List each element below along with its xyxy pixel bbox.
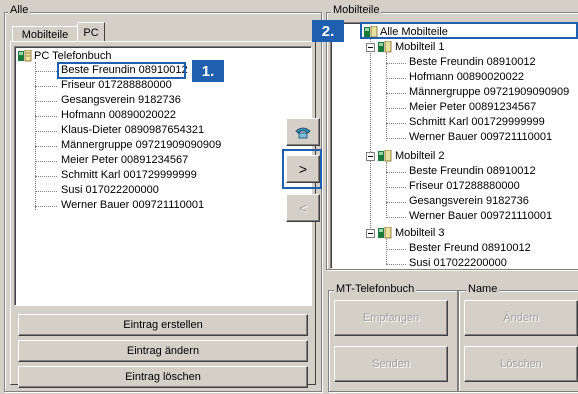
highlight-all-handsets — [360, 22, 578, 39]
list-item[interactable]: Gesangsverein 9182736 — [61, 94, 181, 107]
back-button[interactable]: < — [286, 194, 320, 222]
list-item[interactable]: Schmitt Karl 001729999999 — [61, 169, 197, 182]
list-item[interactable]: Klaus-Dieter 0890987654321 — [61, 124, 204, 137]
tree-guide — [35, 62, 36, 210]
edit-entry-button[interactable]: Eintrag ändern — [18, 340, 308, 362]
list-item[interactable]: Werner Bauer 009721110001 — [409, 131, 552, 144]
pc-phonebook-tree[interactable]: PC Telefonbuch Beste Freundin 08910012 F… — [14, 46, 312, 306]
send-button[interactable]: Senden — [334, 346, 448, 382]
delete-entry-button[interactable]: Eintrag löschen — [18, 366, 308, 388]
phone-icon — [295, 127, 311, 139]
alle-group-title: Alle — [8, 4, 31, 16]
handset-1-label[interactable]: Mobilteil 1 — [395, 41, 445, 54]
list-item[interactable]: Werner Bauer 009721110001 — [409, 210, 552, 223]
collapse-handset-1[interactable] — [366, 43, 375, 52]
list-item[interactable]: Beste Freundin 08910012 — [409, 56, 536, 69]
list-item[interactable]: Hofmann 00890020022 — [409, 71, 524, 84]
list-item[interactable]: Friseur 017288880000 — [61, 79, 172, 92]
handset-icon — [378, 150, 392, 162]
handset-tree[interactable]: Alle Mobilteile Mobilteil 1 Beste Freund… — [330, 22, 578, 269]
list-item[interactable]: Bester Freund 08910012 — [409, 242, 531, 255]
tab-mobilteile-label: Mobilteile — [21, 29, 69, 41]
tab-pc-label: PC — [83, 27, 99, 39]
callout-1: 1. — [192, 60, 224, 82]
phonebook-icon — [18, 50, 32, 62]
handset-2-label[interactable]: Mobilteil 2 — [395, 150, 445, 163]
list-item[interactable]: Susi 017022200000 — [409, 257, 507, 270]
change-button[interactable]: Ändern — [464, 300, 578, 336]
highlight-entry-1 — [57, 62, 186, 79]
callout-2: 2. — [312, 20, 344, 42]
list-item[interactable]: Männergruppe 09721909090909 — [409, 86, 569, 99]
list-item[interactable]: Meier Peter 00891234567 — [409, 101, 536, 114]
list-item[interactable]: Schmitt Karl 001729999999 — [409, 116, 545, 129]
tab-pc[interactable]: PC — [77, 22, 105, 42]
list-item[interactable]: Gesangsverein 9182736 — [409, 195, 529, 208]
list-item[interactable]: Männergruppe 09721909090909 — [61, 139, 221, 152]
handset-icon — [378, 227, 392, 239]
list-item[interactable]: Hofmann 00890020022 — [61, 109, 176, 122]
tab-mobilteile[interactable]: Mobilteile — [12, 26, 78, 42]
name-group-title: Name — [466, 283, 500, 295]
list-item[interactable]: Werner Bauer 009721110001 — [61, 199, 204, 212]
list-item[interactable]: Friseur 017288880000 — [409, 180, 520, 193]
receive-button[interactable]: Empfangen — [334, 300, 448, 336]
collapse-handset-2[interactable] — [366, 152, 375, 161]
collapse-handset-3[interactable] — [366, 229, 375, 238]
highlight-transfer — [282, 149, 322, 189]
list-item[interactable]: Meier Peter 00891234567 — [61, 154, 188, 167]
mobilteile-group-title: Mobilteile — [331, 4, 382, 16]
phone-transfer-button[interactable] — [286, 118, 320, 146]
create-entry-button[interactable]: Eintrag erstellen — [18, 314, 308, 336]
handset-3-label[interactable]: Mobilteil 3 — [395, 227, 445, 240]
handset-icon — [378, 41, 392, 53]
delete-name-button[interactable]: Löschen — [464, 346, 578, 382]
list-item[interactable]: Susi 017022200000 — [61, 184, 159, 197]
mt-phonebook-group-title: MT-Telefonbuch — [334, 283, 417, 295]
list-item[interactable]: Beste Freundin 08910012 — [409, 165, 536, 178]
